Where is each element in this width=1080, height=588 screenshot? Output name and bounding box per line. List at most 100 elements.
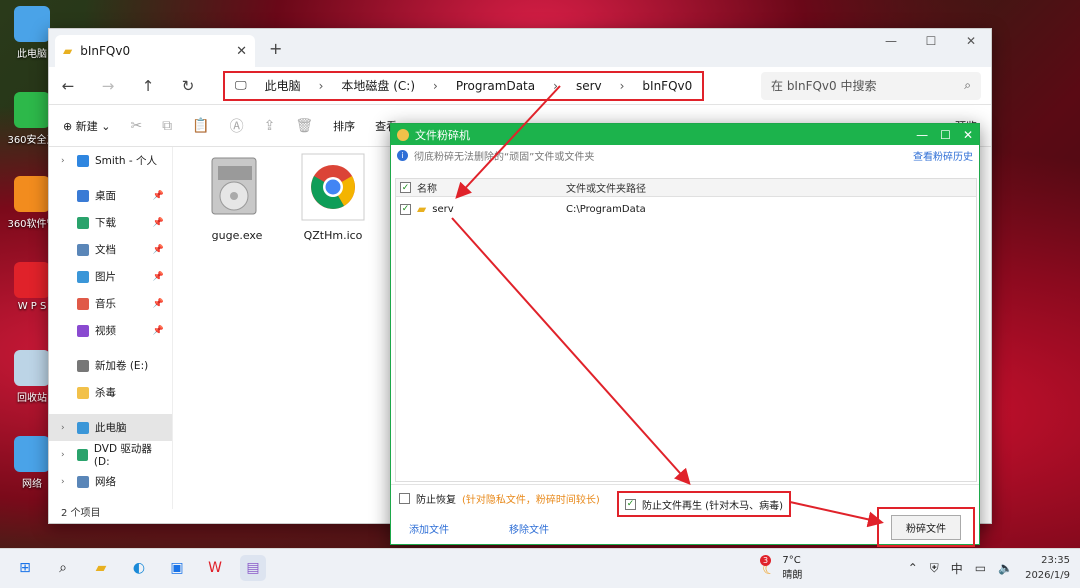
sidebar-item[interactable]: 新加卷 (E:) [49, 352, 172, 379]
prevent-recovery-label: 防止恢复 [416, 495, 456, 506]
file-explorer-icon[interactable]: ▰ [88, 555, 114, 581]
sidebar-item[interactable]: 下载 📌 [49, 209, 172, 236]
sidebar-item[interactable]: 音乐 📌 [49, 290, 172, 317]
sidebar-item[interactable]: 杀毒 [49, 379, 172, 406]
desktop-icon-label: W P S [17, 301, 47, 312]
search-placeholder: 在 bInFQv0 中搜索 [771, 79, 877, 93]
explorer-tab[interactable]: ▰ bInFQv0 ✕ [55, 35, 255, 67]
sidebar-item-label: Smith - 个人 [95, 155, 158, 167]
shredder-logo-icon [397, 128, 409, 141]
info-text: 彻底粉碎无法删除的“顽固”文件或文件夹 [414, 151, 595, 163]
wps-icon[interactable]: W [202, 555, 228, 581]
store-icon[interactable]: ▣ [164, 555, 190, 581]
chevron-right-icon: › [61, 155, 65, 166]
rename-icon[interactable]: Ⓐ [230, 116, 244, 136]
file-list: guge.exe QZtHm.ico [199, 151, 371, 242]
copy-icon[interactable]: ⧉ [162, 118, 172, 134]
search-input[interactable]: 在 bInFQv0 中搜索 ⌕ [761, 71, 981, 100]
option-prevent-regeneration: ✓ 防止文件再生 (针对木马、病毒) [617, 491, 791, 517]
sidebar-item[interactable]: 文档 📌 [49, 236, 172, 263]
breadcrumb-item[interactable]: bInFQv0 [642, 79, 692, 93]
address-bar-row: ← → ↑ ↻ 🖵 此电脑 › 本地磁盘 (C:) › ProgramData › serv… [49, 67, 991, 105]
sidebar-item-icon [77, 189, 89, 202]
pin-icon: 📌 [152, 244, 164, 255]
paste-icon[interactable]: 📋 [192, 118, 209, 134]
chevron-up-icon[interactable]: ⌃ [908, 561, 918, 575]
add-file-link[interactable]: 添加文件 [409, 521, 449, 536]
sidebar-item-icon [77, 324, 89, 337]
forward-arrow-icon[interactable]: → [99, 77, 117, 95]
minimize-icon[interactable]: — [916, 128, 928, 142]
list-header: ✓ 名称 文件或文件夹路径 [396, 179, 976, 197]
shred-files-button[interactable]: 粉碎文件 [891, 514, 961, 540]
folder-icon: ▰ [63, 44, 73, 58]
view-history-link[interactable]: 查看粉碎历史 [913, 148, 973, 163]
sort-button[interactable]: 排序 [333, 118, 355, 134]
app-icon [14, 436, 50, 472]
new-button[interactable]: ⊕ 新建 ⌄ [63, 118, 110, 134]
select-all-checkbox[interactable]: ✓ [400, 182, 411, 193]
weather-widget[interactable]: ☾ 3 7°C 晴朗 [760, 554, 803, 581]
sidebar-item[interactable]: 桌面 📌 [49, 182, 172, 209]
weather-desc: 晴朗 [782, 570, 803, 581]
ime-indicator[interactable]: 中 [951, 560, 963, 577]
sidebar-item[interactable]: 视频 📌 [49, 317, 172, 344]
sidebar-item[interactable]: › 网络 [49, 468, 172, 495]
shield-icon[interactable]: ⛨ [930, 561, 939, 576]
app-icon [14, 176, 50, 212]
edge-icon[interactable]: ◐ [126, 555, 152, 581]
share-icon[interactable]: ⇪ [264, 118, 276, 134]
chevron-right-icon: › [553, 78, 558, 93]
up-arrow-icon[interactable]: ↑ [139, 77, 157, 95]
close-icon[interactable]: ✕ [963, 128, 973, 142]
file-item[interactable]: guge.exe [199, 151, 275, 242]
sidebar-item[interactable]: 图片 📌 [49, 263, 172, 290]
sidebar-item-icon [77, 448, 88, 461]
list-item[interactable]: ✓ ▰ serv C:\ProgramData [396, 197, 976, 221]
row-checkbox[interactable]: ✓ [400, 203, 411, 215]
clock[interactable]: 23:35 2026/1/9 [1025, 553, 1070, 583]
prevent-recovery-checkbox[interactable]: ✓ [399, 493, 410, 504]
close-window-icon[interactable]: ✕ [951, 29, 991, 53]
sidebar-item[interactable]: › Smith - 个人 [49, 147, 172, 174]
shred-file-list: ✓ 名称 文件或文件夹路径 ✓ ▰ serv C:\ProgramData [395, 178, 977, 482]
breadcrumb-item[interactable]: 此电脑 [265, 77, 301, 94]
column-path: 文件或文件夹路径 [566, 184, 646, 195]
minimize-icon[interactable]: — [871, 29, 911, 53]
prevent-regeneration-checkbox[interactable]: ✓ [625, 498, 636, 510]
start-icon[interactable]: ⊞ [12, 555, 38, 581]
shredder-task-icon[interactable]: ▤ [240, 555, 266, 581]
remove-file-link[interactable]: 移除文件 [509, 521, 549, 536]
sidebar-item-icon [77, 386, 89, 399]
folder-icon: ▰ [417, 202, 427, 216]
breadcrumb-item[interactable]: 本地磁盘 (C:) [341, 77, 415, 94]
maximize-icon[interactable]: ☐ [940, 128, 951, 142]
maximize-icon[interactable]: ☐ [911, 29, 951, 53]
time: 23:35 [1041, 555, 1070, 566]
close-tab-icon[interactable]: ✕ [236, 44, 247, 59]
back-arrow-icon[interactable]: ← [59, 77, 77, 95]
breadcrumb-item[interactable]: serv [576, 79, 602, 93]
sidebar-item-label: 网络 [95, 476, 116, 488]
cut-icon[interactable]: ✂ [130, 118, 142, 134]
sidebar-item[interactable]: › DVD 驱动器 (D: [49, 441, 172, 468]
volume-icon[interactable]: 🔈 [998, 561, 1013, 575]
tab-bar: ▰ bInFQv0 ✕ + — ☐ ✕ [49, 29, 991, 67]
refresh-icon[interactable]: ↻ [179, 77, 197, 95]
sidebar-item-icon [77, 359, 89, 372]
pin-icon: 📌 [152, 190, 164, 201]
tab-title: bInFQv0 [80, 44, 131, 58]
new-tab-button[interactable]: + [269, 39, 282, 58]
search-icon[interactable]: ⌕ [50, 555, 76, 581]
network-icon[interactable]: ▭ [975, 561, 986, 575]
delete-icon[interactable]: 🗑 [295, 118, 313, 134]
sidebar-item-label: 文档 [95, 244, 116, 256]
breadcrumb-item[interactable]: ProgramData [456, 79, 535, 93]
row-name: serv [432, 203, 454, 215]
sidebar-item-label: 音乐 [95, 298, 116, 310]
breadcrumb: 🖵 此电脑 › 本地磁盘 (C:) › ProgramData › serv › bInFQv0 [223, 70, 705, 101]
file-item[interactable]: QZtHm.ico [295, 151, 371, 242]
sidebar-item-icon [77, 154, 89, 167]
sidebar-item[interactable]: › 此电脑 [49, 414, 172, 441]
pin-icon: 📌 [152, 271, 164, 282]
